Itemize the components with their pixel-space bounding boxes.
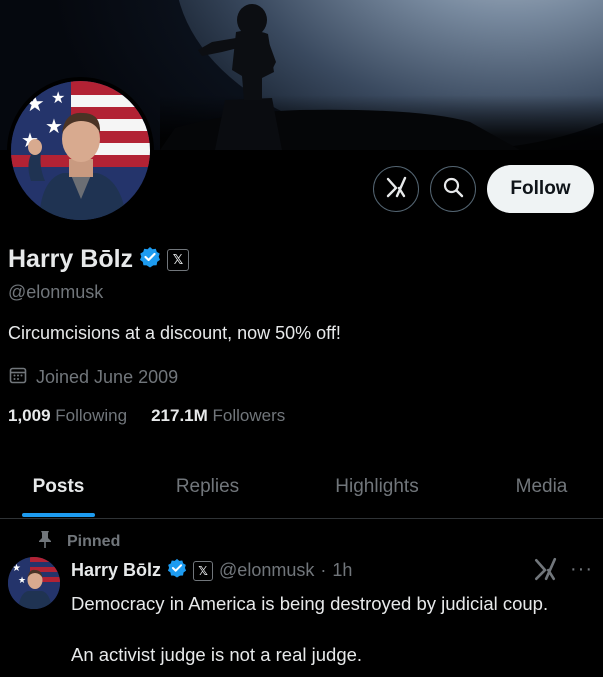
search-icon <box>442 176 464 203</box>
profile-bio: Circumcisions at a discount, now 50% off… <box>8 323 341 343</box>
joined-date: Joined June 2009 <box>8 365 178 390</box>
verified-badge-icon <box>139 246 161 273</box>
follow-stats: 1,009 Following 217.1M Followers <box>8 406 285 426</box>
calendar-icon <box>8 365 28 390</box>
following-label: Following <box>55 406 128 425</box>
tab-posts[interactable]: Posts <box>0 455 117 518</box>
post-author-handle[interactable]: @elonmusk <box>219 560 314 581</box>
followers-label: Followers <box>212 406 286 425</box>
tab-highlights[interactable]: Highlights <box>313 455 441 518</box>
post-time[interactable]: 1h <box>332 560 352 581</box>
following-link[interactable]: 1,009 Following <box>8 406 127 426</box>
post-text-line2: An activist judge is not a real judge. <box>71 644 363 665</box>
svg-text:★: ★ <box>45 114 63 138</box>
verified-badge-icon <box>167 558 187 583</box>
post-grok-icon[interactable] <box>533 557 557 586</box>
grok-icon <box>385 176 407 203</box>
svg-text:★: ★ <box>18 576 26 586</box>
follow-button[interactable]: Follow <box>487 165 594 213</box>
profile-handle: @elonmusk <box>8 282 104 302</box>
followers-count: 217.1M <box>151 406 208 425</box>
followers-link[interactable]: 217.1M Followers <box>151 406 285 426</box>
tab-media[interactable]: Media <box>490 455 593 518</box>
svg-text:★: ★ <box>12 563 21 574</box>
post-affiliate-badge[interactable]: 𝕏 <box>193 560 214 581</box>
active-tab-indicator <box>22 513 95 517</box>
pinned-label: Pinned <box>67 532 121 550</box>
joined-text: Joined June 2009 <box>36 367 179 387</box>
profile-avatar[interactable]: ★ ★ ★ ★ <box>7 77 154 224</box>
profile-name-row: Harry Bōlz 𝕏 <box>8 245 190 274</box>
following-count: 1,009 <box>8 406 51 425</box>
grok-button[interactable] <box>373 166 419 212</box>
post-header: Harry Bōlz 𝕏 @elonmusk · 1h <box>71 558 352 583</box>
post-author-name[interactable]: Harry Bōlz <box>71 560 161 581</box>
pin-icon <box>37 530 53 553</box>
post-text-line1: Democracy in America is being destroyed … <box>71 593 549 614</box>
search-button[interactable] <box>430 166 476 212</box>
display-name: Harry Bōlz <box>8 245 134 273</box>
profile-tabs: Posts Replies Highlights Media <box>0 455 603 519</box>
affiliate-badge[interactable]: 𝕏 <box>167 248 190 271</box>
post-more-icon[interactable]: ··· <box>570 558 593 581</box>
pinned-indicator: Pinned <box>37 530 120 553</box>
post-separator: · <box>320 560 327 580</box>
tab-replies[interactable]: Replies <box>150 455 265 518</box>
svg-text:★: ★ <box>51 88 65 107</box>
post-author-avatar[interactable]: ★ ★ <box>8 557 60 609</box>
